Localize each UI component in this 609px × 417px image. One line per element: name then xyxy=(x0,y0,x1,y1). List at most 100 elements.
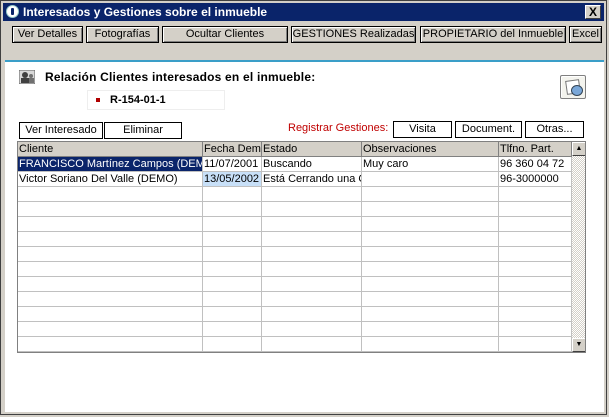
column-header-estado[interactable]: Estado xyxy=(262,142,362,157)
empty-cell[interactable] xyxy=(499,217,572,232)
empty-cell[interactable] xyxy=(18,322,203,337)
empty-cell[interactable] xyxy=(362,307,499,322)
table-row-cell[interactable]: 11/07/2001 xyxy=(203,157,262,172)
scroll-down-icon[interactable]: ▼ xyxy=(572,338,585,352)
empty-cell[interactable] xyxy=(203,292,262,307)
reference-box: R-154-01-1 xyxy=(87,90,225,110)
empty-cell[interactable] xyxy=(203,277,262,292)
empty-cell[interactable] xyxy=(262,277,362,292)
empty-cell[interactable] xyxy=(203,202,262,217)
gestiones-realizadas-button[interactable]: GESTIONES Realizadas xyxy=(291,26,416,43)
scroll-up-icon[interactable]: ▲ xyxy=(572,142,585,156)
empty-cell[interactable] xyxy=(262,262,362,277)
table-row-cell[interactable]: 96 360 04 72 xyxy=(499,157,572,172)
table-row-cell[interactable]: 96-3000000 xyxy=(499,172,572,187)
empty-cell[interactable] xyxy=(262,202,362,217)
empty-cell[interactable] xyxy=(499,187,572,202)
empty-cell[interactable] xyxy=(18,307,203,322)
column-header-cliente[interactable]: Cliente xyxy=(18,142,203,157)
empty-cell[interactable] xyxy=(203,322,262,337)
empty-cell[interactable] xyxy=(362,277,499,292)
table-row-cell[interactable]: 13/05/2002 xyxy=(203,172,262,187)
ver-interesado-button[interactable]: Ver Interesado xyxy=(19,122,103,139)
empty-cell[interactable] xyxy=(362,232,499,247)
empty-cell[interactable] xyxy=(362,292,499,307)
close-button[interactable]: X xyxy=(585,5,601,19)
empty-cell[interactable] xyxy=(362,322,499,337)
clients-grid[interactable]: Cliente Fecha Dem. Estado Observaciones … xyxy=(17,141,586,353)
empty-cell[interactable] xyxy=(499,232,572,247)
empty-cell[interactable] xyxy=(499,307,572,322)
empty-cell[interactable] xyxy=(262,217,362,232)
empty-cell[interactable] xyxy=(362,217,499,232)
empty-cell[interactable] xyxy=(262,337,362,352)
empty-cell[interactable] xyxy=(362,262,499,277)
empty-cell[interactable] xyxy=(362,247,499,262)
empty-cell[interactable] xyxy=(18,247,203,262)
empty-cell[interactable] xyxy=(499,202,572,217)
empty-cell[interactable] xyxy=(262,232,362,247)
empty-cell[interactable] xyxy=(203,337,262,352)
column-header-telefono[interactable]: Tlfno. Part. xyxy=(499,142,572,157)
bullet-icon xyxy=(96,98,100,102)
empty-cell[interactable] xyxy=(362,187,499,202)
eliminar-button[interactable]: Eliminar xyxy=(104,122,182,139)
empty-cell[interactable] xyxy=(203,217,262,232)
table-row-cell[interactable]: Muy caro xyxy=(362,157,499,172)
empty-cell[interactable] xyxy=(499,247,572,262)
empty-cell[interactable] xyxy=(262,307,362,322)
empty-cell[interactable] xyxy=(499,337,572,352)
visita-button[interactable]: Visita xyxy=(393,121,452,138)
otras-button[interactable]: Otras... xyxy=(525,121,584,138)
empty-cell[interactable] xyxy=(499,262,572,277)
window: Interesados y Gestiones sobre el inmuebl… xyxy=(0,0,607,415)
property-reference: R-154-01-1 xyxy=(110,94,166,106)
empty-cell[interactable] xyxy=(203,262,262,277)
empty-cell[interactable] xyxy=(262,187,362,202)
propietario-button[interactable]: PROPIETARIO del Inmueble xyxy=(420,26,566,43)
app-icon xyxy=(6,5,19,18)
ocultar-clientes-button[interactable]: Ocultar Clientes xyxy=(162,26,288,43)
empty-cell[interactable] xyxy=(262,322,362,337)
table-row-cell[interactable]: Buscando xyxy=(262,157,362,172)
table-row-cell[interactable] xyxy=(362,172,499,187)
empty-cell[interactable] xyxy=(18,232,203,247)
empty-cell[interactable] xyxy=(18,217,203,232)
disc-shape xyxy=(571,85,583,96)
table-row-cell[interactable]: FRANCISCO Martínez Campos (DEMO) xyxy=(18,157,203,172)
empty-cell[interactable] xyxy=(499,277,572,292)
empty-cell[interactable] xyxy=(262,292,362,307)
excel-button[interactable]: Excel xyxy=(569,26,602,43)
empty-cell[interactable] xyxy=(18,337,203,352)
table-row-cell[interactable]: Victor Soriano Del Valle (DEMO) xyxy=(18,172,203,187)
registrar-gestiones-label: Registrar Gestiones: xyxy=(288,122,389,134)
empty-cell[interactable] xyxy=(362,202,499,217)
empty-cell[interactable] xyxy=(499,292,572,307)
column-header-observaciones[interactable]: Observaciones xyxy=(362,142,499,157)
clients-icon xyxy=(19,70,35,84)
empty-cell[interactable] xyxy=(18,292,203,307)
ver-detalles-button[interactable]: Ver Detalles xyxy=(12,26,83,43)
empty-cell[interactable] xyxy=(362,337,499,352)
empty-cell[interactable] xyxy=(499,322,572,337)
empty-cell[interactable] xyxy=(18,262,203,277)
title-bar: Interesados y Gestiones sobre el inmuebl… xyxy=(3,3,604,21)
main-panel: Relación Clientes interesados en el inmu… xyxy=(5,60,604,412)
column-header-fecha[interactable]: Fecha Dem. xyxy=(203,142,262,157)
document-button[interactable]: Document. xyxy=(455,121,522,138)
empty-cell[interactable] xyxy=(203,232,262,247)
vertical-scrollbar[interactable]: ▲ ▼ xyxy=(572,142,585,352)
document-disc-icon[interactable] xyxy=(560,75,586,99)
empty-cell[interactable] xyxy=(262,247,362,262)
empty-cell[interactable] xyxy=(203,187,262,202)
empty-cell[interactable] xyxy=(18,277,203,292)
window-title: Interesados y Gestiones sobre el inmuebl… xyxy=(23,5,268,19)
page-heading: Relación Clientes interesados en el inmu… xyxy=(45,70,316,84)
empty-cell[interactable] xyxy=(18,202,203,217)
empty-cell[interactable] xyxy=(18,187,203,202)
empty-cell[interactable] xyxy=(203,307,262,322)
table-row-cell[interactable]: Está Cerrando una Operación xyxy=(262,172,362,187)
empty-cell[interactable] xyxy=(203,247,262,262)
toolbar: Ver Detalles Fotografías Ocultar Cliente… xyxy=(3,23,604,45)
fotografias-button[interactable]: Fotografías xyxy=(86,26,159,43)
